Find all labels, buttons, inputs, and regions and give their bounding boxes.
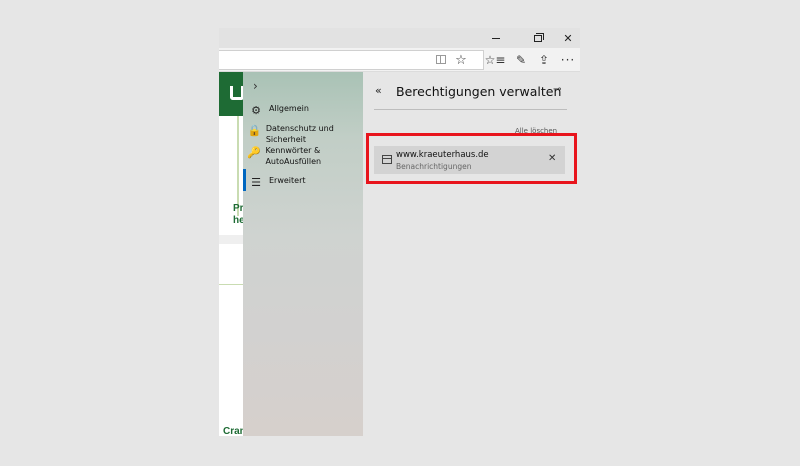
close-button[interactable]: ✕ bbox=[554, 28, 580, 48]
maximize-button[interactable] bbox=[524, 28, 552, 48]
star-icon: ☆ bbox=[455, 52, 467, 68]
back-button[interactable]: « bbox=[375, 84, 382, 97]
panel-title: Berechtigungen verwalten bbox=[396, 84, 562, 99]
address-bar: ☆ ☆≡ ✎ ⇪ ··· bbox=[219, 48, 580, 72]
web-notes-button[interactable]: ✎ bbox=[509, 48, 533, 72]
gear-icon: ⚙ bbox=[251, 104, 261, 117]
basket-icon bbox=[230, 86, 244, 100]
pin-button[interactable]: ⊸ bbox=[553, 84, 561, 95]
key-icon: 🔑 bbox=[247, 146, 262, 159]
lock-icon: 🔒 bbox=[247, 124, 262, 137]
more-icon: ··· bbox=[560, 53, 576, 67]
minimize-button[interactable] bbox=[482, 28, 510, 48]
sliders-icon: ☰ bbox=[251, 176, 261, 189]
title-bar: ✕ bbox=[219, 28, 580, 48]
sidebar-item-kennwoerter[interactable]: 🔑 Kennwörter & AutoAusfüllen bbox=[243, 145, 363, 167]
divider bbox=[237, 116, 239, 216]
double-chevron-left-icon: « bbox=[375, 84, 382, 97]
add-favorite-button[interactable]: ☆ bbox=[449, 48, 473, 72]
section-separator bbox=[219, 235, 244, 244]
sidebar-item-label: Kennwörter & AutoAusfüllen bbox=[265, 146, 322, 166]
url-input[interactable] bbox=[219, 50, 484, 70]
share-icon: ⇪ bbox=[538, 53, 550, 67]
settings-sidebar: › ⚙ Allgemein 🔒 Datenschutz und Sicherhe… bbox=[243, 72, 363, 436]
favorites-button[interactable]: ☆≡ bbox=[483, 48, 507, 72]
sidebar-item-allgemein[interactable]: ⚙ Allgemein bbox=[243, 103, 363, 117]
browser-window: ✕ ☆ ☆≡ ✎ ⇪ ··· Pr he Cran › ⚙ Allgemein … bbox=[219, 28, 580, 436]
divider bbox=[219, 284, 244, 285]
restore-icon bbox=[534, 32, 544, 42]
sidebar-item-datenschutz[interactable]: 🔒 Datenschutz und Sicherheit bbox=[243, 123, 363, 145]
sidebar-item-label: Datenschutz und Sicherheit bbox=[265, 124, 334, 144]
reading-view-icon[interactable] bbox=[436, 55, 446, 64]
close-icon: ✕ bbox=[563, 31, 573, 45]
page-content: Pr he Cran bbox=[219, 72, 246, 436]
sidebar-item-label: Allgemein bbox=[269, 104, 309, 113]
pen-icon: ✎ bbox=[515, 53, 527, 67]
sidebar-item-label: Erweitert bbox=[269, 176, 306, 185]
divider bbox=[374, 109, 567, 110]
screenshot-stage: ✕ ☆ ☆≡ ✎ ⇪ ··· Pr he Cran › ⚙ Allgemein … bbox=[0, 0, 800, 466]
pin-icon: ⊸ bbox=[553, 84, 562, 95]
site-header-banner bbox=[219, 72, 244, 116]
more-button[interactable]: ··· bbox=[556, 48, 580, 72]
share-button[interactable]: ⇪ bbox=[532, 48, 556, 72]
sidebar-item-erweitert[interactable]: ☰ Erweitert bbox=[243, 175, 363, 189]
chevron-right-icon: › bbox=[253, 79, 258, 93]
highlight-annotation bbox=[366, 133, 577, 184]
permissions-panel: « Berechtigungen verwalten ⊸ Alle lösche… bbox=[363, 72, 580, 436]
favorites-list-icon: ☆≡ bbox=[484, 53, 506, 67]
expand-sidebar-button[interactable]: › bbox=[253, 79, 258, 93]
minimize-icon bbox=[492, 37, 500, 39]
